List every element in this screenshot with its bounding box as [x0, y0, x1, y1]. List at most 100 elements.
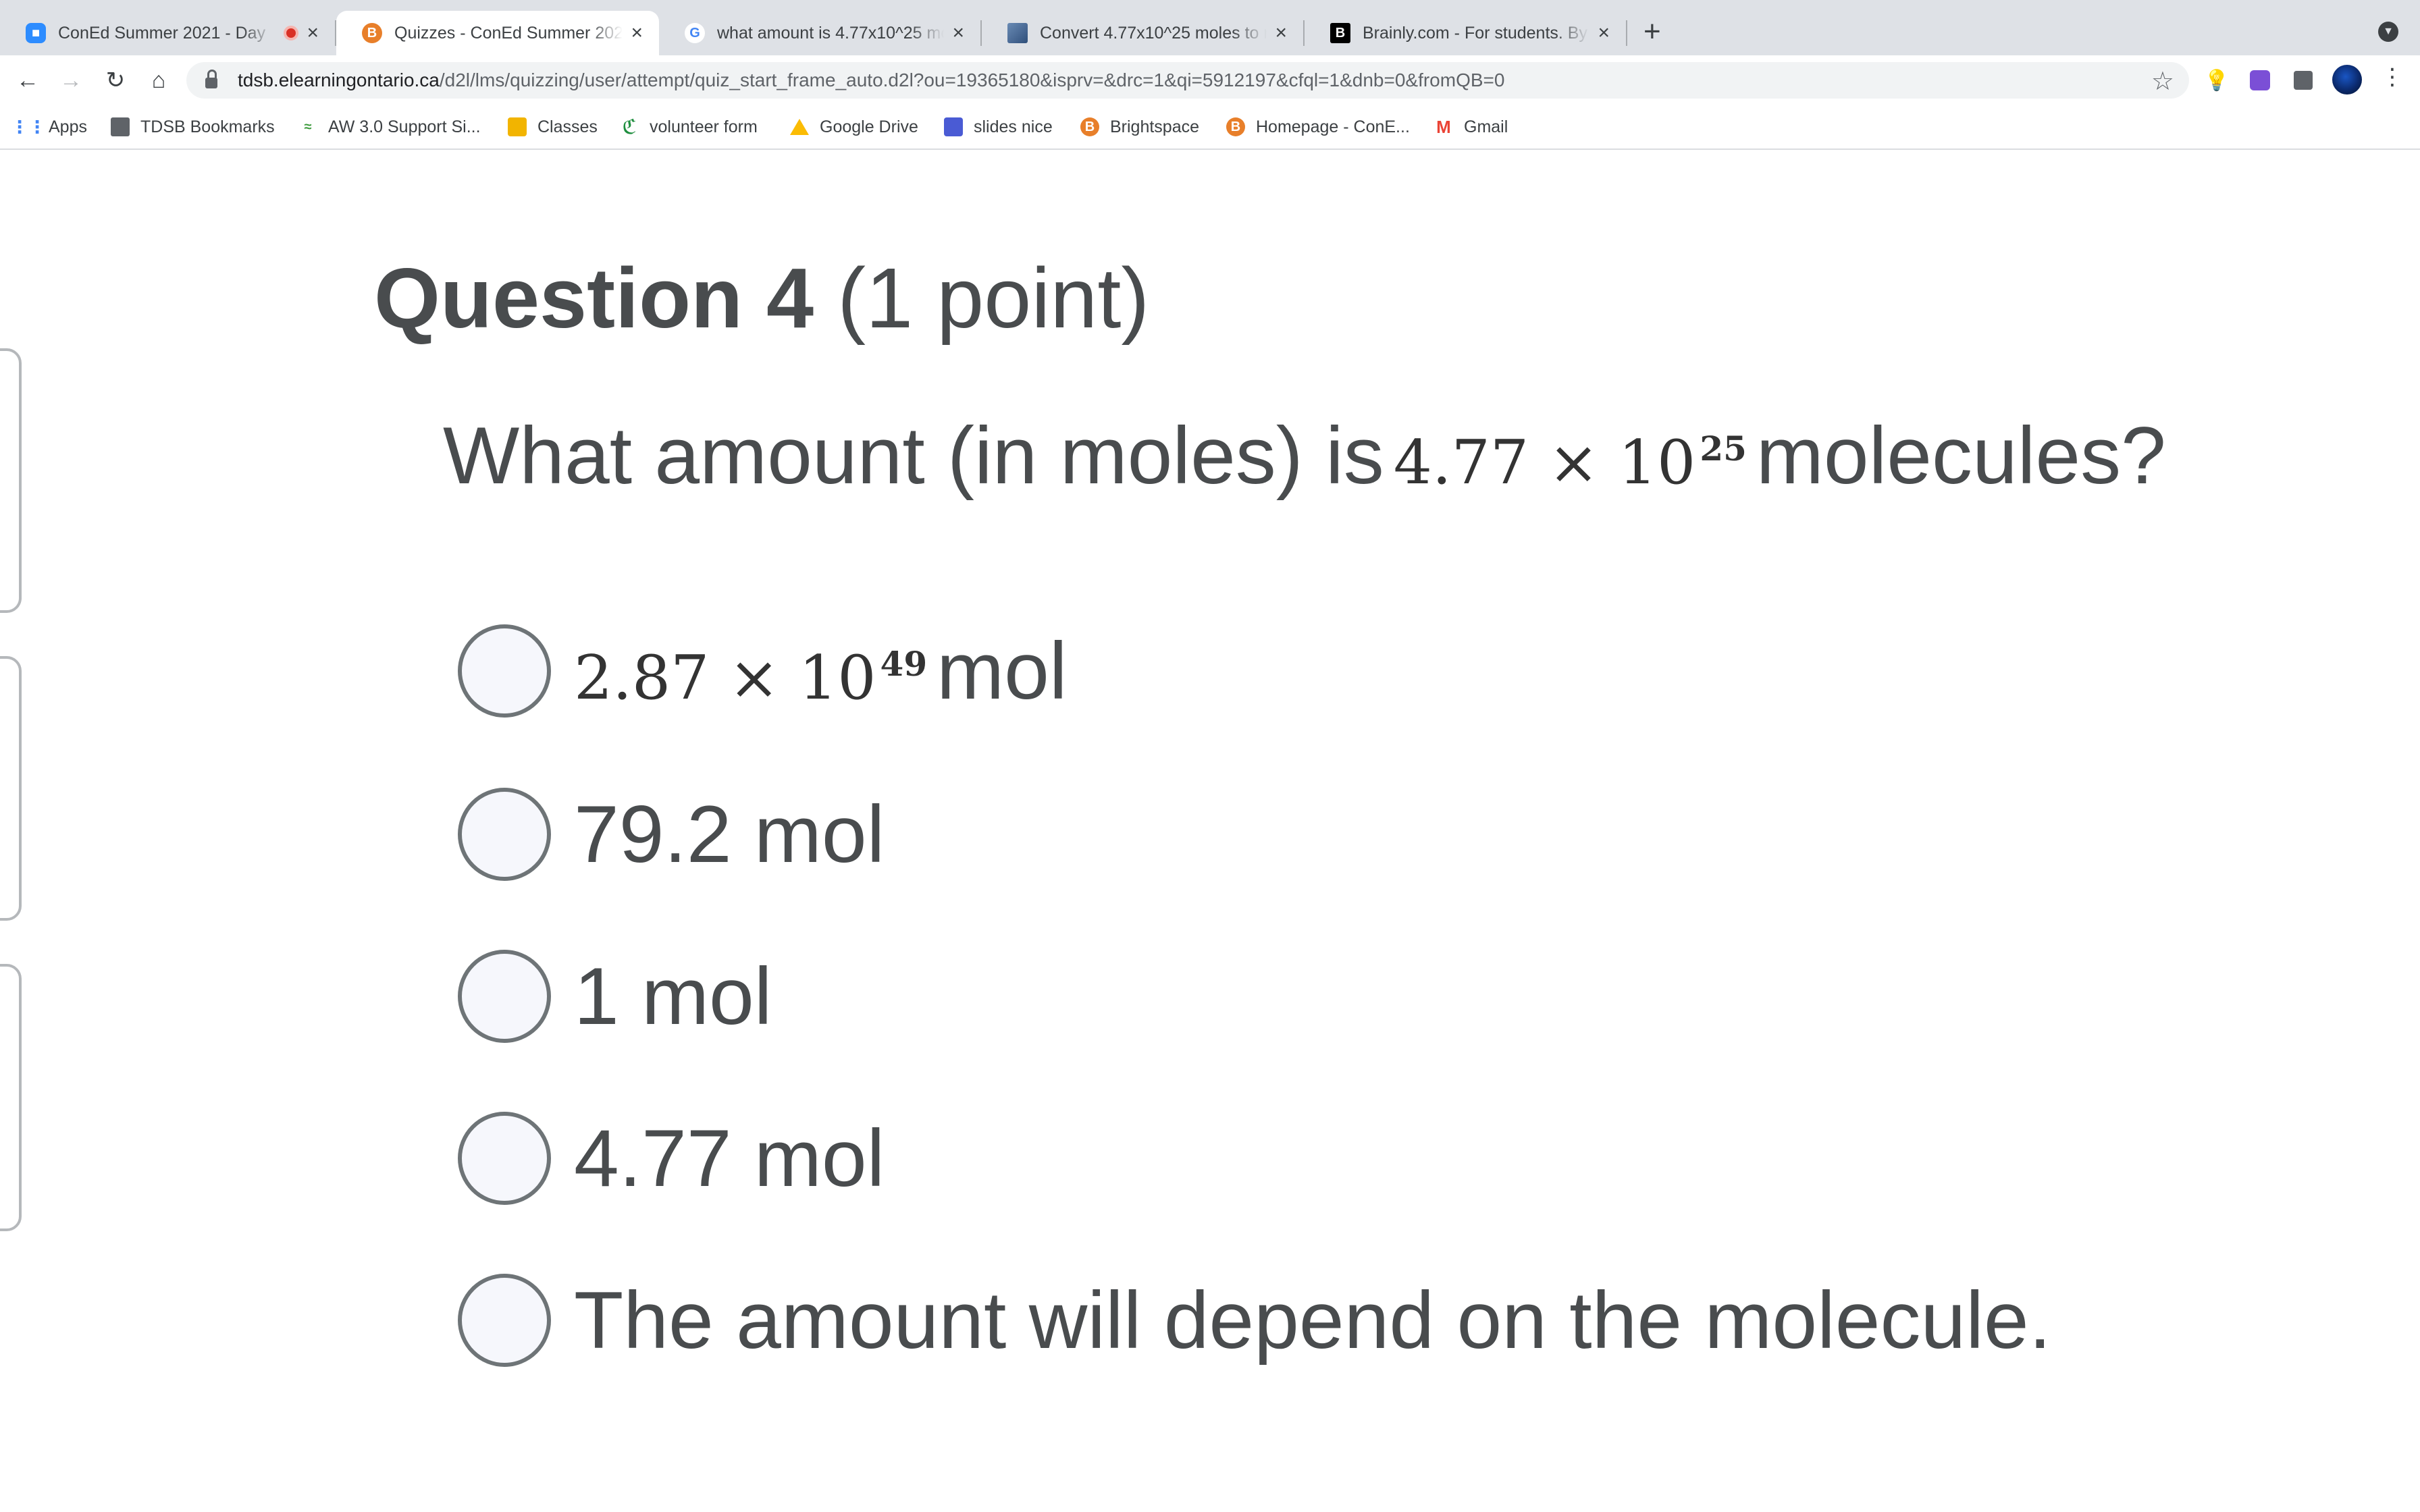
- tab-google-search[interactable]: G what amount is 4.77x10^25 mo ×: [659, 11, 980, 55]
- prompt-text-after: molecules?: [1756, 410, 2166, 501]
- brightspace-icon: B: [1226, 117, 1245, 136]
- bookmarks-bar: ⋮⋮ Apps TDSB Bookmarks ≈ AW 3.0 Support …: [0, 105, 2420, 150]
- address-bar[interactable]: tdsb.elearningontario.ca/d2l/lms/quizzin…: [186, 62, 2189, 99]
- question-nav-card[interactable]: [0, 656, 22, 921]
- bookmark-apps[interactable]: ⋮⋮ Apps: [11, 113, 87, 140]
- prompt-scientific-value: 4.77 × 10 25: [1394, 412, 1747, 522]
- sci-base: 2.87 × 10: [574, 643, 876, 713]
- volunteer-icon: ℭ: [622, 115, 637, 138]
- more-options-icon[interactable]: ⋮: [2381, 63, 2404, 90]
- puzzle-extension-purple-icon[interactable]: [2246, 66, 2274, 94]
- bookmark-label: TDSB Bookmarks: [140, 117, 275, 136]
- apps-grid-icon: ⋮⋮: [11, 116, 46, 137]
- option-label: The amount will depend on the molecule.: [574, 1275, 2052, 1366]
- tab-brainly[interactable]: B Brainly.com - For students. By ×: [1305, 11, 1626, 55]
- question-heading: Question 4 (1 point): [374, 244, 1149, 352]
- bookmark-brightspace[interactable]: B Brightspace: [1080, 113, 1199, 140]
- close-icon[interactable]: ×: [1598, 22, 1610, 45]
- bookmark-classes[interactable]: Classes: [508, 113, 598, 140]
- prompt-text-before: What amount (in moles) is: [443, 410, 1384, 501]
- sci-exponent: 25: [1700, 429, 1747, 468]
- question-prompt: What amount (in moles) is 4.77 × 10 25 mo…: [443, 405, 2166, 522]
- radio-button[interactable]: [458, 1274, 551, 1367]
- question-points: (1 point): [837, 250, 1150, 346]
- answer-option-4[interactable]: 4.77 mol: [458, 1108, 885, 1208]
- classroom-icon: [508, 117, 527, 136]
- lightbulb-extension-icon[interactable]: 💡: [2203, 66, 2231, 94]
- option-label: 79.2 mol: [574, 789, 885, 880]
- url-text: tdsb.elearningontario.ca/d2l/lms/quizzin…: [238, 70, 1504, 91]
- google-drive-icon: [790, 117, 809, 136]
- tab-title: what amount is 4.77x10^25 mo: [717, 23, 945, 43]
- tab-separator: [1626, 20, 1627, 46]
- bookmark-gmail[interactable]: M Gmail: [1434, 113, 1508, 140]
- bookmark-label: Gmail: [1464, 117, 1508, 136]
- tab-title: Quizzes - ConEd Summer 2021: [394, 23, 623, 43]
- question-nav-card[interactable]: [0, 348, 22, 613]
- tab-convert[interactable]: Convert 4.77x10^25 moles to m ×: [982, 11, 1303, 55]
- slides-icon: [944, 117, 963, 136]
- sci-base: 4.77 × 10: [1393, 427, 1696, 498]
- google-icon: G: [685, 23, 705, 43]
- back-arrow-icon[interactable]: ←: [9, 62, 46, 99]
- folder-icon: [111, 117, 130, 136]
- bookmark-aw[interactable]: ≈ AW 3.0 Support Si...: [298, 113, 481, 140]
- bookmark-label: slides nice: [974, 117, 1053, 136]
- convert-site-icon: [1007, 23, 1028, 43]
- lock-icon[interactable]: [205, 70, 217, 88]
- profile-avatar[interactable]: [2332, 65, 2362, 94]
- forward-arrow-icon[interactable]: →: [53, 62, 89, 99]
- radio-button[interactable]: [458, 1112, 551, 1205]
- zoom-icon: ■: [26, 23, 46, 43]
- brightspace-icon: B: [362, 23, 382, 43]
- bookmark-label: Google Drive: [820, 117, 918, 136]
- extensions-puzzle-icon[interactable]: [2289, 66, 2317, 94]
- brightspace-icon: B: [1080, 117, 1099, 136]
- bookmark-homepage[interactable]: B Homepage - ConE...: [1226, 113, 1410, 140]
- bookmark-label: Homepage - ConE...: [1256, 117, 1410, 136]
- answer-option-1[interactable]: 2.87 × 10 49 mol: [458, 621, 1068, 721]
- new-tab-button[interactable]: +: [1643, 15, 1661, 49]
- radio-button[interactable]: [458, 950, 551, 1043]
- url-host: tdsb.elearningontario.ca: [238, 70, 440, 90]
- tab-strip: ■ ConEd Summer 2021 - Day × B Quizzes - …: [0, 0, 2420, 55]
- bookmark-star-icon[interactable]: ☆: [2151, 66, 2174, 97]
- home-icon[interactable]: ⌂: [140, 62, 177, 99]
- bookmark-volunteer[interactable]: ℭ volunteer form: [620, 113, 758, 140]
- answer-option-3[interactable]: 1 mol: [458, 946, 772, 1046]
- close-icon[interactable]: ×: [952, 22, 964, 45]
- reload-icon[interactable]: ↻: [97, 62, 134, 99]
- tab-title: Brainly.com - For students. By: [1363, 23, 1587, 43]
- recording-icon: [284, 26, 299, 40]
- question-nav-card[interactable]: [0, 964, 22, 1231]
- bookmark-slides[interactable]: slides nice: [944, 113, 1053, 140]
- radio-button[interactable]: [458, 624, 551, 718]
- tab-zoom-meeting[interactable]: ■ ConEd Summer 2021 - Day ×: [0, 11, 335, 55]
- tab-title: ConEd Summer 2021 - Day: [58, 23, 266, 43]
- bookmark-label: Apps: [49, 117, 87, 136]
- option-unit: mol: [937, 626, 1068, 716]
- close-icon[interactable]: ×: [307, 22, 319, 45]
- option-scientific-value: 2.87 × 10 49: [574, 643, 927, 713]
- answer-option-2[interactable]: 79.2 mol: [458, 784, 885, 884]
- close-icon[interactable]: ×: [1275, 22, 1287, 45]
- brainly-icon: B: [1330, 23, 1350, 43]
- option-label: 1 mol: [574, 951, 772, 1042]
- tab-title: Convert 4.77x10^25 moles to m: [1040, 23, 1267, 43]
- question-number: Question 4: [374, 250, 814, 346]
- bookmark-label: Brightspace: [1110, 117, 1200, 136]
- bookmark-tdsb[interactable]: TDSB Bookmarks: [111, 113, 275, 140]
- answer-option-5[interactable]: The amount will depend on the molecule.: [458, 1270, 2051, 1370]
- url-path: /d2l/lms/quizzing/user/attempt/quiz_star…: [439, 70, 1505, 90]
- close-icon[interactable]: ×: [631, 22, 643, 45]
- bookmark-google-drive[interactable]: Google Drive: [790, 113, 918, 140]
- bookmark-label: AW 3.0 Support Si...: [328, 117, 481, 136]
- tab-search-icon[interactable]: ▼: [2378, 22, 2398, 42]
- bookmark-label: volunteer form: [650, 117, 758, 136]
- option-label: 2.87 × 10 49 mol: [574, 624, 1068, 718]
- gmail-icon: M: [1436, 116, 1451, 137]
- tab-quizzes[interactable]: B Quizzes - ConEd Summer 2021 ×: [336, 11, 659, 55]
- sci-exponent: 49: [880, 644, 928, 684]
- radio-button[interactable]: [458, 788, 551, 881]
- aw-icon: ≈: [304, 119, 312, 134]
